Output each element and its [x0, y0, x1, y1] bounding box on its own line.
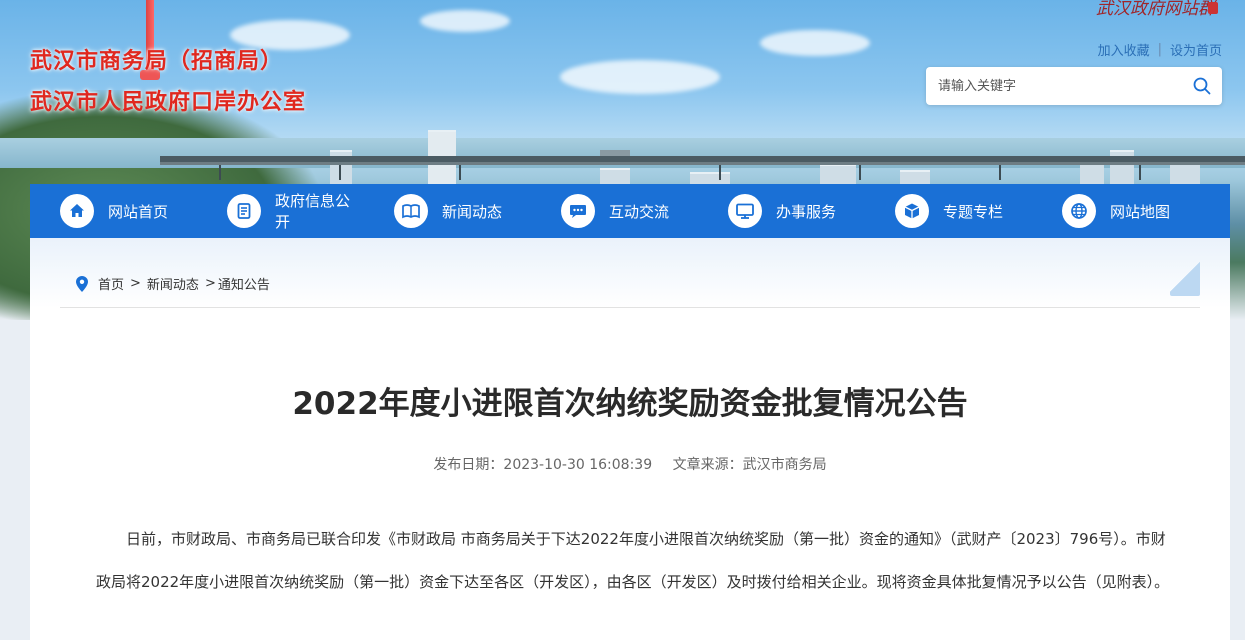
nav-label: 政府信息公开: [275, 192, 351, 231]
monitor-icon: [728, 194, 762, 228]
home-icon: [60, 194, 94, 228]
article-title: 2022年度小进限首次纳统奖励资金批复情况公告: [292, 386, 968, 422]
publish-date: 发布日期：2023-10-30 16:08:39: [433, 457, 653, 473]
corner-decoration: [1170, 258, 1200, 296]
nav-label: 新闻动态: [442, 202, 503, 221]
wuhan-gov-sites-logo[interactable]: 武汉政府网站群: [1096, 0, 1215, 19]
nav-label: 办事服务: [776, 202, 837, 221]
set-homepage-link[interactable]: 设为首页: [1170, 40, 1222, 59]
site-title-commerce: 武汉市商务局（招商局）: [30, 48, 284, 73]
nav-item-news[interactable]: 新闻动态: [364, 184, 531, 238]
divider: [60, 307, 1200, 308]
article-source: 文章来源：武汉市商务局: [672, 457, 827, 473]
document-icon: [227, 194, 261, 228]
nav-item-services[interactable]: 办事服务: [698, 184, 865, 238]
nav-label: 网站地图: [1110, 202, 1171, 221]
search-button[interactable]: [1182, 67, 1222, 105]
card-header: [30, 238, 1230, 308]
seal-icon: [1208, 2, 1218, 14]
breadcrumb-notices[interactable]: 通知公告: [218, 274, 270, 293]
chat-icon: [561, 194, 595, 228]
globe-icon: [1062, 194, 1096, 228]
content-card: 首页 > 新闻动态 > 通知公告 2022年度小进限首次纳统奖励资金批复情况公告…: [30, 238, 1230, 640]
nav-item-interaction[interactable]: 互动交流: [531, 184, 698, 238]
nav-item-topics[interactable]: 专题专栏: [865, 184, 1032, 238]
nav-item-gov-info[interactable]: 政府信息公开: [197, 184, 364, 238]
search-icon: [1193, 77, 1211, 95]
search-box: [926, 67, 1222, 105]
breadcrumb: 首页 > 新闻动态 > 通知公告: [76, 274, 270, 293]
article-paragraph: 日前，市财政局、市商务局已联合印发《市财政局 市商务局关于下达2022年度小进限…: [96, 530, 1170, 591]
top-links: 加入收藏 | 设为首页: [1098, 40, 1222, 59]
breadcrumb-separator: >: [204, 276, 216, 291]
nav-item-home[interactable]: 网站首页: [30, 184, 197, 238]
main-nav: 网站首页 政府信息公开 新闻动态 互动交流 办事服务 专题专栏 网站地图: [30, 184, 1230, 238]
breadcrumb-news[interactable]: 新闻动态: [147, 274, 199, 293]
breadcrumb-home[interactable]: 首页: [98, 274, 124, 293]
location-pin-icon: [76, 275, 88, 292]
cube-icon: [895, 194, 929, 228]
article-meta: 发布日期：2023-10-30 16:08:39 文章来源：武汉市商务局: [30, 454, 1230, 474]
search-input[interactable]: [926, 67, 1182, 105]
site-title-port-office: 武汉市人民政府口岸办公室: [30, 89, 307, 114]
nav-label: 网站首页: [108, 202, 169, 221]
link-separator: |: [1157, 42, 1162, 57]
book-icon: [394, 194, 428, 228]
nav-label: 互动交流: [609, 202, 670, 221]
nav-label: 专题专栏: [943, 202, 1004, 221]
nav-item-sitemap[interactable]: 网站地图: [1032, 184, 1199, 238]
breadcrumb-separator: >: [130, 276, 141, 291]
add-favorite-link[interactable]: 加入收藏: [1098, 40, 1150, 59]
